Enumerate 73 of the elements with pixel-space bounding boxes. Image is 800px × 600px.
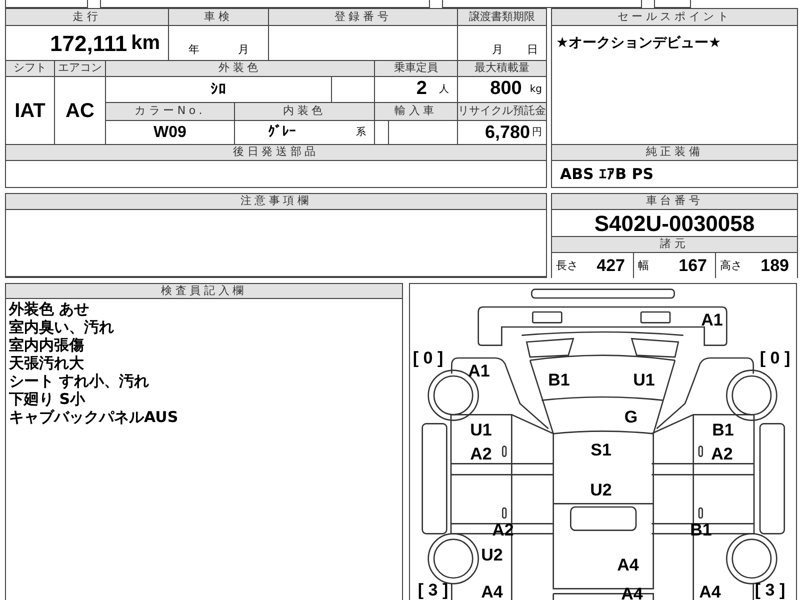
interior-color-value: ｸﾞﾚｰ [268,123,296,142]
damage-mark: [ 3 ] [754,582,786,598]
field-label: 諸元 [552,237,797,252]
spec-label: 高さ [720,258,742,274]
damage-mark: B1 [712,422,734,438]
spec-label: 幅 [638,258,649,274]
spec-value: 167 [678,255,708,277]
damage-mark: U1 [470,422,492,438]
damage-mark: A2 [711,446,733,462]
field-label: 内装色 [235,103,374,120]
field-label: 車台番号 [552,194,797,209]
damage-mark: B1 [548,372,570,388]
color-number-value: W09 [154,122,186,142]
capacity-value: 2 [416,77,427,102]
spec-value: 189 [760,255,790,277]
equipment-value: ABS ｴｱB PS [560,164,654,185]
damage-mark: A2 [470,446,492,462]
inspector-note: キャブバックパネルAUS [9,408,180,426]
damage-mark: A4 [481,584,503,600]
field-label: 純正装備 [552,145,797,160]
damage-mark: S1 [590,442,612,458]
field-label: 乗車定員 [375,61,457,76]
field-label: カラーNo. [106,103,234,120]
field-label: 外装色 [106,61,374,76]
spec-value: 427 [596,255,626,277]
unit-label: 年 [188,42,200,58]
field-label: リサイクル預託金 [458,103,546,120]
damage-mark: [ 0 ] [412,350,444,366]
field-label: シフト [6,61,54,76]
shift-value: IAT [14,98,46,124]
field-label: セールスポイント [552,9,797,25]
field-label: 登録番号 [269,9,457,25]
chassis-number: S402U-0030058 [594,210,755,238]
damage-mark: U1 [633,372,655,388]
sales-point-text: ★オークションデビュー★ [556,35,722,51]
field-label: 車検 [169,9,268,25]
damage-mark: [ 0 ] [760,350,790,366]
field-label: 譲渡書類期限 [458,9,546,25]
inspector-note: 室内臭い、汚れ [9,318,115,336]
unit-label: 月 [492,42,503,58]
unit-label: 月 [238,42,249,58]
field-label: 検査員記入欄 [6,284,402,299]
inspector-note: シート すれ小、汚れ [9,372,150,390]
damage-mark: A1 [701,312,723,328]
damage-mark: [ 3 ] [418,582,448,598]
damage-mark: G [624,408,638,426]
damage-mark: U2 [481,546,503,564]
field-label: 後日発送部品 [6,145,546,160]
field-label: 注意事項欄 [6,194,546,209]
inspector-note: 下廻り S小 [9,390,86,408]
unit-label: km [131,31,160,56]
recycle-fee-value: 6,780 [484,121,530,144]
aircon-value: AC [66,98,94,124]
unit-label: 円 [532,126,542,140]
spec-label: 長さ [556,258,578,274]
max-load-value: 800 [490,77,522,102]
field-label: 輸入車 [375,103,457,120]
field-label: 走行 [6,9,168,25]
inspector-note: 室内内張傷 [9,336,85,354]
field-label: 最大積載量 [458,61,546,76]
mileage-value: 172,111 [50,30,128,58]
unit-label: 日 [527,42,538,58]
inspector-note: 天張汚れ大 [9,354,85,372]
damage-mark: A4 [617,556,639,574]
damage-mark: A1 [468,362,490,380]
unit-label: 系 [356,126,366,140]
damage-mark: A4 [699,584,721,600]
inspector-note: 外装色 あせ [9,300,90,318]
exterior-color-value: ｼﾛ [210,79,226,100]
unit-label: kg [530,83,542,97]
field-label: エアコン [55,61,105,76]
unit-label: 人 [439,83,449,97]
damage-mark: U2 [590,482,612,498]
